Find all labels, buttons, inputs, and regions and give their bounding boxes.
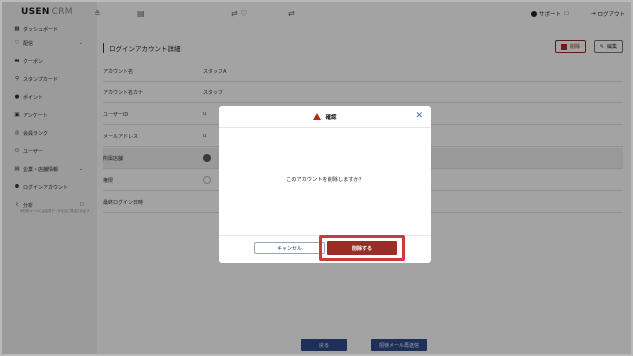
cancel-button[interactable]: キャンセル [254, 242, 325, 254]
dialog-footer: キャンセル 削除する [219, 235, 431, 263]
confirm-dialog: 確認 ✕ このアカウントを削除しますか？ キャンセル 削除する [219, 106, 431, 263]
confirm-delete-button[interactable]: 削除する [327, 241, 397, 255]
dialog-header: 確認 ✕ [219, 106, 431, 128]
dialog-title: 確認 [325, 114, 337, 121]
close-icon[interactable]: ✕ [415, 112, 423, 121]
confirm-highlight: 削除する [319, 235, 405, 261]
warning-icon [313, 113, 322, 120]
dialog-message: このアカウントを削除しますか？ [286, 177, 364, 183]
